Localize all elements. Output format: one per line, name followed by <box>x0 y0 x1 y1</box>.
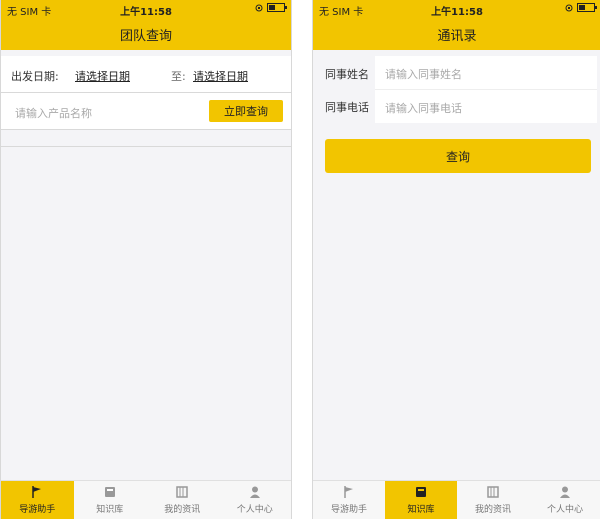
divider <box>1 146 291 147</box>
to-label: 至: <box>171 70 186 83</box>
tab-label: 知识库 <box>407 505 435 515</box>
tab-label: 个人中心 <box>236 505 273 515</box>
status-icons <box>255 3 287 12</box>
page-title: 团队查询 <box>119 29 172 44</box>
phone-row: 同事电话 请输入同事电话 <box>313 89 600 123</box>
tab-label: 个人中心 <box>546 505 583 515</box>
clock: 上午11:58 <box>120 7 172 18</box>
flag-icon <box>32 486 42 498</box>
person-icon <box>249 486 260 498</box>
date-range-row: 出发日期: 请选择日期 至: 请选择日期 <box>1 56 291 92</box>
tab-bar: 导游助手 知识库 我的资讯 个人中心 <box>1 480 291 519</box>
query-now-button[interactable]: 立即查询 <box>209 100 283 122</box>
tab-label: 知识库 <box>96 505 124 515</box>
flag-icon <box>344 486 353 498</box>
battery-icon <box>267 3 287 12</box>
name-input[interactable]: 请输入同事姓名 <box>385 66 462 82</box>
start-date-picker[interactable]: 请选择日期 <box>75 68 130 84</box>
product-search-row: 请输入产品名称 立即查询 <box>1 93 291 129</box>
tab-guide-assistant[interactable]: 导游助手 <box>1 481 74 519</box>
phone-input[interactable]: 请输入同事电话 <box>385 100 462 116</box>
name-row: 同事姓名 请输入同事姓名 <box>313 56 600 89</box>
tab-bar: 导游助手 知识库 我的资讯 个人中心 <box>313 480 600 519</box>
news-icon <box>487 486 499 498</box>
depart-date-label: 出发日期: <box>11 70 59 83</box>
tab-label: 导游助手 <box>19 505 56 515</box>
book-icon <box>416 487 426 497</box>
search-button[interactable]: 查询 <box>325 139 591 173</box>
clock: 上午11:58 <box>431 7 483 18</box>
tab-label: 导游助手 <box>330 505 367 515</box>
tab-label: 我的资讯 <box>164 505 201 515</box>
status-icons <box>565 3 597 12</box>
news-icon <box>176 486 188 498</box>
tab-profile[interactable]: 个人中心 <box>529 481 600 519</box>
divider <box>1 129 291 130</box>
nav-bar: 无 SIM 卡 上午11:58 团队查询 <box>1 0 291 50</box>
battery-icon <box>577 3 597 12</box>
orientation-lock-icon <box>565 4 573 11</box>
product-name-input[interactable]: 请输入产品名称 <box>15 105 92 121</box>
nav-bar: 无 SIM 卡 上午11:58 通讯录 <box>313 0 600 50</box>
tab-guide-assistant[interactable]: 导游助手 <box>313 481 385 519</box>
team-query-screen: 无 SIM 卡 上午11:58 团队查询 出发日期: 请选择日期 至: 请选择日… <box>0 0 292 519</box>
book-icon <box>104 487 115 497</box>
tab-profile[interactable]: 个人中心 <box>219 481 292 519</box>
end-date-picker[interactable]: 请选择日期 <box>193 68 248 84</box>
tab-label: 我的资讯 <box>474 505 511 515</box>
orientation-lock-icon <box>255 4 263 11</box>
contacts-screen: 无 SIM 卡 上午11:58 通讯录 同事姓名 请输入同事姓名 同事电话 请输… <box>312 0 600 519</box>
name-label: 同事姓名 <box>325 68 369 81</box>
tab-knowledge-base[interactable]: 知识库 <box>385 481 457 519</box>
phone-input-box[interactable]: 请输入同事电话 <box>375 89 597 123</box>
name-input-box[interactable]: 请输入同事姓名 <box>375 56 597 89</box>
tab-my-news[interactable]: 我的资讯 <box>457 481 529 519</box>
phone-label: 同事电话 <box>325 101 369 114</box>
page-title: 通讯录 <box>437 29 477 44</box>
tab-knowledge-base[interactable]: 知识库 <box>74 481 147 519</box>
person-icon <box>560 486 570 498</box>
tab-my-news[interactable]: 我的资讯 <box>146 481 219 519</box>
status-bar: 无 SIM 卡 上午11:58 <box>313 0 600 18</box>
status-bar: 无 SIM 卡 上午11:58 <box>1 0 291 18</box>
